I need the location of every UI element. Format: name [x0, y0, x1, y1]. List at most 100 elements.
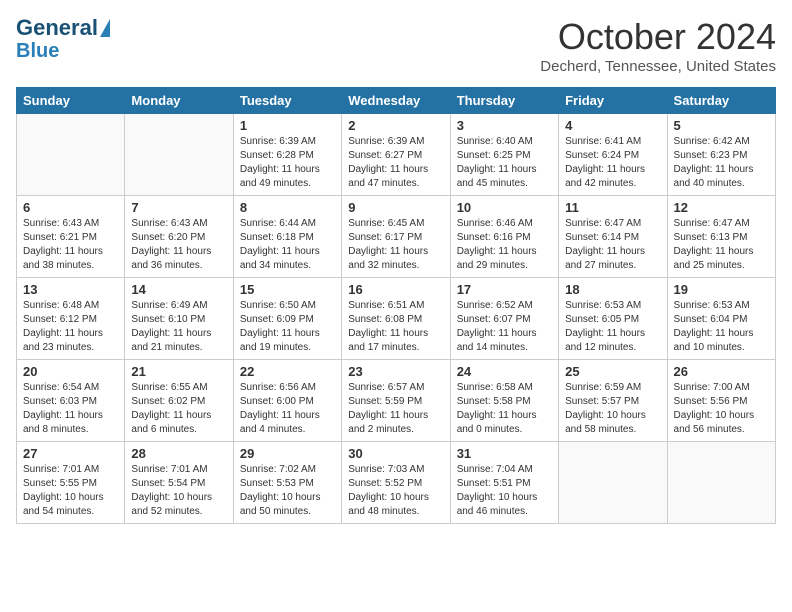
cell-info: Sunrise: 7:01 AMSunset: 5:54 PMDaylight:… — [131, 463, 226, 519]
cell-info: Sunrise: 6:42 AMSunset: 6:23 PMDaylight:… — [674, 135, 769, 191]
day-number: 13 — [23, 282, 118, 297]
day-number: 29 — [240, 446, 335, 461]
calendar-cell: 16 Sunrise: 6:51 AMSunset: 6:08 PMDayligh… — [342, 278, 450, 360]
day-number: 5 — [674, 118, 769, 133]
calendar-cell: 7 Sunrise: 6:43 AMSunset: 6:20 PMDaylight… — [125, 196, 233, 278]
calendar-cell: 23 Sunrise: 6:57 AMSunset: 5:59 PMDayligh… — [342, 360, 450, 442]
cell-info: Sunrise: 6:40 AMSunset: 6:25 PMDaylight:… — [457, 135, 552, 191]
logo: General Blue — [16, 16, 110, 62]
day-number: 30 — [348, 446, 443, 461]
day-number: 8 — [240, 200, 335, 215]
cell-info: Sunrise: 6:58 AMSunset: 5:58 PMDaylight:… — [457, 381, 552, 437]
cell-info: Sunrise: 6:41 AMSunset: 6:24 PMDaylight:… — [565, 135, 660, 191]
calendar-cell: 2 Sunrise: 6:39 AMSunset: 6:27 PMDaylight… — [342, 114, 450, 196]
calendar-week-5: 27Sunrise: 7:01 AMSunset: 5:55 PMDayligh… — [17, 442, 776, 524]
header: General Blue October 2024 Decherd, Tenne… — [16, 16, 776, 75]
calendar-cell: 3 Sunrise: 6:40 AMSunset: 6:25 PMDaylight… — [450, 114, 558, 196]
calendar-cell: 12Sunrise: 6:47 AMSunset: 6:13 PMDayligh… — [667, 196, 775, 278]
calendar-cell — [667, 442, 775, 524]
logo-blue: Blue — [16, 40, 59, 62]
day-header-tuesday: Tuesday — [233, 88, 341, 114]
calendar-cell: 17 Sunrise: 6:52 AMSunset: 6:07 PMDayligh… — [450, 278, 558, 360]
cell-info: Sunrise: 7:03 AMSunset: 5:52 PMDaylight:… — [348, 463, 443, 519]
cell-info: Sunrise: 7:00 AMSunset: 5:56 PMDaylight:… — [674, 381, 769, 437]
cell-info: Sunrise: 6:45 AMSunset: 6:17 PMDaylight:… — [348, 217, 443, 273]
day-number: 21 — [131, 364, 226, 379]
calendar-week-2: 6Sunrise: 6:43 AMSunset: 6:21 PMDaylight… — [17, 196, 776, 278]
logo-triangle-icon — [100, 19, 110, 37]
calendar-cell: 25 Sunrise: 6:59 AMSunset: 5:57 PMDayligh… — [559, 360, 667, 442]
cell-info: Sunrise: 6:39 AMSunset: 6:27 PMDaylight:… — [348, 135, 443, 191]
cell-info: Sunrise: 7:01 AMSunset: 5:55 PMDaylight:… — [23, 463, 118, 519]
cell-info: Sunrise: 6:43 AMSunset: 6:20 PMDaylight:… — [131, 217, 226, 273]
cell-info: Sunrise: 6:56 AMSunset: 6:00 PMDaylight:… — [240, 381, 335, 437]
cell-info: Sunrise: 6:44 AMSunset: 6:18 PMDaylight:… — [240, 217, 335, 273]
month-title: October 2024 — [540, 16, 776, 58]
calendar-cell: 10Sunrise: 6:46 AMSunset: 6:16 PMDayligh… — [450, 196, 558, 278]
calendar-cell: 21 Sunrise: 6:55 AMSunset: 6:02 PMDayligh… — [125, 360, 233, 442]
calendar-cell: 30 Sunrise: 7:03 AMSunset: 5:52 PMDayligh… — [342, 442, 450, 524]
day-number: 31 — [457, 446, 552, 461]
day-header-monday: Monday — [125, 88, 233, 114]
calendar-cell: 18Sunrise: 6:53 AMSunset: 6:05 PMDayligh… — [559, 278, 667, 360]
cell-info: Sunrise: 6:59 AMSunset: 5:57 PMDaylight:… — [565, 381, 660, 437]
calendar-cell: 6Sunrise: 6:43 AMSunset: 6:21 PMDaylight… — [17, 196, 125, 278]
day-number: 7 — [131, 200, 226, 215]
cell-info: Sunrise: 6:48 AMSunset: 6:12 PMDaylight:… — [23, 299, 118, 355]
calendar-cell: 4Sunrise: 6:41 AMSunset: 6:24 PMDaylight… — [559, 114, 667, 196]
day-number: 12 — [674, 200, 769, 215]
cell-info: Sunrise: 6:52 AMSunset: 6:07 PMDaylight:… — [457, 299, 552, 355]
cell-info: Sunrise: 7:02 AMSunset: 5:53 PMDaylight:… — [240, 463, 335, 519]
day-number: 15 — [240, 282, 335, 297]
calendar-week-1: 1 Sunrise: 6:39 AMSunset: 6:28 PMDaylight… — [17, 114, 776, 196]
day-number: 26 — [674, 364, 769, 379]
calendar-cell: 19 Sunrise: 6:53 AMSunset: 6:04 PMDayligh… — [667, 278, 775, 360]
day-number: 24 — [457, 364, 552, 379]
cell-info: Sunrise: 6:53 AMSunset: 6:04 PMDaylight:… — [674, 299, 769, 355]
day-number: 3 — [457, 118, 552, 133]
day-number: 1 — [240, 118, 335, 133]
day-number: 14 — [131, 282, 226, 297]
day-number: 19 — [674, 282, 769, 297]
cell-info: Sunrise: 6:46 AMSunset: 6:16 PMDaylight:… — [457, 217, 552, 273]
day-number: 23 — [348, 364, 443, 379]
calendar-cell: 5 Sunrise: 6:42 AMSunset: 6:23 PMDaylight… — [667, 114, 775, 196]
day-number: 17 — [457, 282, 552, 297]
calendar-cell: 31 Sunrise: 7:04 AMSunset: 5:51 PMDayligh… — [450, 442, 558, 524]
day-number: 25 — [565, 364, 660, 379]
cell-info: Sunrise: 6:39 AMSunset: 6:28 PMDaylight:… — [240, 135, 335, 191]
calendar-cell: 11Sunrise: 6:47 AMSunset: 6:14 PMDayligh… — [559, 196, 667, 278]
calendar-table: SundayMondayTuesdayWednesdayThursdayFrid… — [16, 87, 776, 524]
calendar-week-3: 13 Sunrise: 6:48 AMSunset: 6:12 PMDayligh… — [17, 278, 776, 360]
day-number: 20 — [23, 364, 118, 379]
cell-info: Sunrise: 6:57 AMSunset: 5:59 PMDaylight:… — [348, 381, 443, 437]
cell-info: Sunrise: 6:51 AMSunset: 6:08 PMDaylight:… — [348, 299, 443, 355]
calendar-cell: 1 Sunrise: 6:39 AMSunset: 6:28 PMDaylight… — [233, 114, 341, 196]
calendar-cell: 13 Sunrise: 6:48 AMSunset: 6:12 PMDayligh… — [17, 278, 125, 360]
cell-info: Sunrise: 6:50 AMSunset: 6:09 PMDaylight:… — [240, 299, 335, 355]
day-number: 16 — [348, 282, 443, 297]
cell-info: Sunrise: 6:54 AMSunset: 6:03 PMDaylight:… — [23, 381, 118, 437]
day-number: 2 — [348, 118, 443, 133]
calendar-week-4: 20 Sunrise: 6:54 AMSunset: 6:03 PMDayligh… — [17, 360, 776, 442]
calendar-header-row: SundayMondayTuesdayWednesdayThursdayFrid… — [17, 88, 776, 114]
calendar-cell: 20 Sunrise: 6:54 AMSunset: 6:03 PMDayligh… — [17, 360, 125, 442]
calendar-cell — [125, 114, 233, 196]
day-header-thursday: Thursday — [450, 88, 558, 114]
cell-info: Sunrise: 6:55 AMSunset: 6:02 PMDaylight:… — [131, 381, 226, 437]
calendar-cell: 14Sunrise: 6:49 AMSunset: 6:10 PMDayligh… — [125, 278, 233, 360]
calendar-cell: 26 Sunrise: 7:00 AMSunset: 5:56 PMDayligh… — [667, 360, 775, 442]
cell-info: Sunrise: 6:47 AMSunset: 6:14 PMDaylight:… — [565, 217, 660, 273]
day-number: 22 — [240, 364, 335, 379]
day-header-wednesday: Wednesday — [342, 88, 450, 114]
day-number: 28 — [131, 446, 226, 461]
day-number: 9 — [348, 200, 443, 215]
cell-info: Sunrise: 6:43 AMSunset: 6:21 PMDaylight:… — [23, 217, 118, 273]
calendar-cell: 24 Sunrise: 6:58 AMSunset: 5:58 PMDayligh… — [450, 360, 558, 442]
day-number: 18 — [565, 282, 660, 297]
calendar-cell: 22 Sunrise: 6:56 AMSunset: 6:00 PMDayligh… — [233, 360, 341, 442]
calendar-cell: 15 Sunrise: 6:50 AMSunset: 6:09 PMDayligh… — [233, 278, 341, 360]
calendar-body: 1 Sunrise: 6:39 AMSunset: 6:28 PMDaylight… — [17, 114, 776, 524]
cell-info: Sunrise: 7:04 AMSunset: 5:51 PMDaylight:… — [457, 463, 552, 519]
day-header-friday: Friday — [559, 88, 667, 114]
